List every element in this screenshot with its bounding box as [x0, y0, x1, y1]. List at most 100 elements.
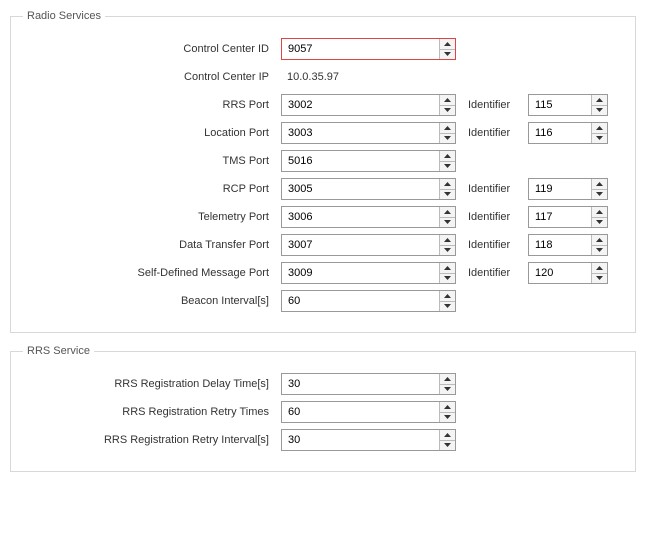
rcp-port-field[interactable]	[281, 178, 456, 200]
spin-up-button[interactable]	[592, 123, 607, 134]
spin-up-button[interactable]	[440, 374, 455, 385]
spin-up-button[interactable]	[440, 39, 455, 50]
spin-down-button[interactable]	[592, 274, 607, 284]
telemetry-port-label: Telemetry Port	[23, 211, 273, 223]
telemetry-port-field[interactable]	[281, 206, 456, 228]
spin-up-button[interactable]	[592, 207, 607, 218]
spin-up-button[interactable]	[592, 179, 607, 190]
tms-port-input[interactable]	[282, 151, 439, 171]
radio-services-group: Radio Services Control Center ID Control…	[10, 10, 636, 333]
spin-down-button[interactable]	[440, 441, 455, 451]
rrs-port-input[interactable]	[282, 95, 439, 115]
spin-down-button[interactable]	[440, 413, 455, 423]
spin-up-button[interactable]	[440, 430, 455, 441]
chevron-up-icon	[444, 210, 451, 214]
spin-up-button[interactable]	[592, 95, 607, 106]
control-center-ip-row: Control Center IP 10.0.35.97	[23, 66, 623, 88]
spin-down-button[interactable]	[440, 302, 455, 312]
spin-down-button[interactable]	[592, 190, 607, 200]
telemetry-port-id-input[interactable]	[529, 207, 591, 227]
spin-down-button[interactable]	[592, 218, 607, 228]
spin-down-button[interactable]	[440, 385, 455, 395]
rrs-retry-interval-input[interactable]	[282, 430, 439, 450]
rrs-reg-delay-label: RRS Registration Delay Time[s]	[23, 378, 273, 390]
spin-up-button[interactable]	[440, 207, 455, 218]
telemetry-port-id-field[interactable]	[528, 206, 608, 228]
spinner-buttons	[439, 39, 455, 59]
rrs-reg-delay-input[interactable]	[282, 374, 439, 394]
chevron-down-icon	[596, 276, 603, 280]
rrs-port-id-label: Identifier	[468, 99, 520, 111]
spin-down-button[interactable]	[440, 50, 455, 60]
spin-up-button[interactable]	[592, 235, 607, 246]
spin-down-button[interactable]	[592, 106, 607, 116]
spin-up-button[interactable]	[440, 179, 455, 190]
chevron-down-icon	[596, 192, 603, 196]
chevron-down-icon	[596, 136, 603, 140]
rrs-service-legend: RRS Service	[23, 345, 94, 357]
location-port-input[interactable]	[282, 123, 439, 143]
rrs-port-id-field[interactable]	[528, 94, 608, 116]
spin-up-button[interactable]	[592, 263, 607, 274]
rcp-port-id-field[interactable]	[528, 178, 608, 200]
data-transfer-port-id-field[interactable]	[528, 234, 608, 256]
beacon-interval-field[interactable]	[281, 290, 456, 312]
telemetry-port-id-label: Identifier	[468, 211, 520, 223]
location-port-id-input[interactable]	[529, 123, 591, 143]
chevron-up-icon	[444, 154, 451, 158]
self-defined-port-field[interactable]	[281, 262, 456, 284]
self-defined-port-input[interactable]	[282, 263, 439, 283]
spin-down-button[interactable]	[592, 246, 607, 256]
tms-port-field[interactable]	[281, 150, 456, 172]
chevron-up-icon	[444, 405, 451, 409]
rrs-port-field[interactable]	[281, 94, 456, 116]
self-defined-port-id-field[interactable]	[528, 262, 608, 284]
spin-up-button[interactable]	[440, 151, 455, 162]
chevron-up-icon	[444, 433, 451, 437]
rrs-reg-delay-field[interactable]	[281, 373, 456, 395]
control-center-id-field[interactable]	[281, 38, 456, 60]
spin-up-button[interactable]	[440, 123, 455, 134]
spin-down-button[interactable]	[440, 106, 455, 116]
spin-down-button[interactable]	[592, 134, 607, 144]
chevron-down-icon	[444, 415, 451, 419]
data-transfer-port-field[interactable]	[281, 234, 456, 256]
location-port-field[interactable]	[281, 122, 456, 144]
telemetry-port-input[interactable]	[282, 207, 439, 227]
beacon-interval-input[interactable]	[282, 291, 439, 311]
data-transfer-port-id-input[interactable]	[529, 235, 591, 255]
spin-up-button[interactable]	[440, 95, 455, 106]
spin-up-button[interactable]	[440, 402, 455, 413]
spin-up-button[interactable]	[440, 235, 455, 246]
spin-down-button[interactable]	[440, 218, 455, 228]
self-defined-port-row: Self-Defined Message Port Identifier	[23, 262, 623, 284]
rcp-port-id-input[interactable]	[529, 179, 591, 199]
control-center-id-input[interactable]	[282, 39, 439, 59]
control-center-id-row: Control Center ID	[23, 38, 623, 60]
spin-up-button[interactable]	[440, 291, 455, 302]
spin-down-button[interactable]	[440, 162, 455, 172]
rrs-port-id-input[interactable]	[529, 95, 591, 115]
data-transfer-port-input[interactable]	[282, 235, 439, 255]
data-transfer-port-id-label: Identifier	[468, 239, 520, 251]
rrs-retry-interval-field[interactable]	[281, 429, 456, 451]
rcp-port-input[interactable]	[282, 179, 439, 199]
location-port-id-label: Identifier	[468, 127, 520, 139]
self-defined-port-label: Self-Defined Message Port	[23, 267, 273, 279]
spin-down-button[interactable]	[440, 274, 455, 284]
self-defined-port-id-input[interactable]	[529, 263, 591, 283]
rrs-retry-times-input[interactable]	[282, 402, 439, 422]
spinner-buttons	[439, 430, 455, 450]
spin-down-button[interactable]	[440, 246, 455, 256]
spinner-buttons	[591, 207, 607, 227]
rrs-retry-times-field[interactable]	[281, 401, 456, 423]
spinner-buttons	[439, 95, 455, 115]
spin-down-button[interactable]	[440, 190, 455, 200]
chevron-down-icon	[444, 220, 451, 224]
chevron-down-icon	[444, 443, 451, 447]
spin-down-button[interactable]	[440, 134, 455, 144]
spin-up-button[interactable]	[440, 263, 455, 274]
location-port-id-field[interactable]	[528, 122, 608, 144]
chevron-up-icon	[596, 182, 603, 186]
spinner-buttons	[439, 207, 455, 227]
